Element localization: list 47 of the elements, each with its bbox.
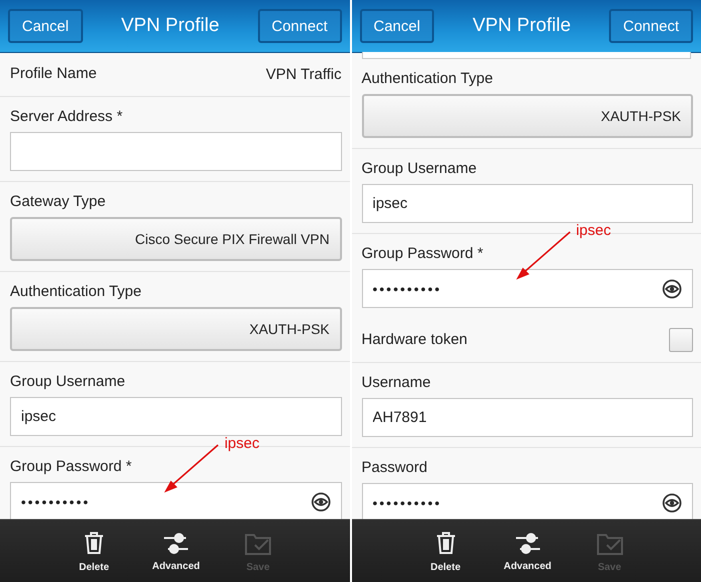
trash-icon	[82, 530, 106, 556]
cancel-button[interactable]: Cancel	[8, 9, 83, 43]
password-field[interactable]: ••••••••••	[362, 483, 693, 519]
password-field[interactable]: ••••••••••	[362, 269, 693, 308]
field-label: Authentication Type	[362, 69, 494, 89]
annotation-text: ipsec	[576, 222, 611, 239]
field-label: Server Address *	[10, 107, 124, 127]
delete-action[interactable]: Delete	[54, 520, 134, 582]
password-dots: ••••••••••	[372, 494, 442, 510]
field-label: Authentication Type	[10, 282, 142, 302]
advanced-action[interactable]: Advanced	[136, 520, 216, 582]
advanced-action[interactable]: Advanced	[488, 520, 568, 582]
sliders-icon	[514, 530, 542, 554]
checkbox[interactable]	[669, 328, 693, 352]
annotation-arrow	[164, 444, 219, 493]
screen-title: VPN Profile	[472, 15, 571, 37]
input-field[interactable]: ipsec	[10, 397, 342, 436]
annotation-text: ipsec	[224, 435, 260, 452]
eye-icon	[662, 278, 682, 298]
eye-icon	[310, 492, 330, 512]
dropdown[interactable]: XAUTH-PSK	[10, 307, 342, 351]
field-label: Username	[362, 373, 432, 393]
field-label: Hardware token	[362, 330, 468, 350]
eye-icon	[662, 492, 682, 512]
connect-button[interactable]: Connect	[609, 9, 693, 43]
dropdown[interactable]: Cisco Secure PIX Firewall VPN	[10, 217, 342, 261]
field-label: Group Password *	[10, 457, 133, 477]
connect-button[interactable]: Connect	[258, 9, 342, 43]
screen-title: VPN Profile	[121, 15, 220, 37]
dropdown[interactable]: XAUTH-PSK	[362, 94, 693, 138]
password-field[interactable]: ••••••••••	[10, 482, 342, 519]
sliders-icon	[162, 530, 190, 554]
field-value: VPN Traffic	[266, 66, 342, 82]
password-dots: ••••••••••	[372, 280, 442, 296]
cancel-button[interactable]: Cancel	[360, 9, 434, 43]
annotation-arrow	[516, 231, 570, 280]
input-field[interactable]: AH7891	[362, 398, 693, 437]
input-field[interactable]: ipsec	[362, 184, 693, 223]
password-dots: ••••••••••	[21, 494, 90, 510]
field-label: Profile Name	[10, 64, 97, 84]
input-field[interactable]	[10, 132, 342, 171]
field-label: Group Username	[362, 159, 478, 179]
field-label: Gateway Type	[10, 192, 107, 212]
delete-action[interactable]: Delete	[406, 520, 486, 582]
field-label: Password	[362, 458, 428, 478]
field-label: Group Password *	[362, 244, 484, 264]
field-label: Group Username	[10, 372, 126, 392]
